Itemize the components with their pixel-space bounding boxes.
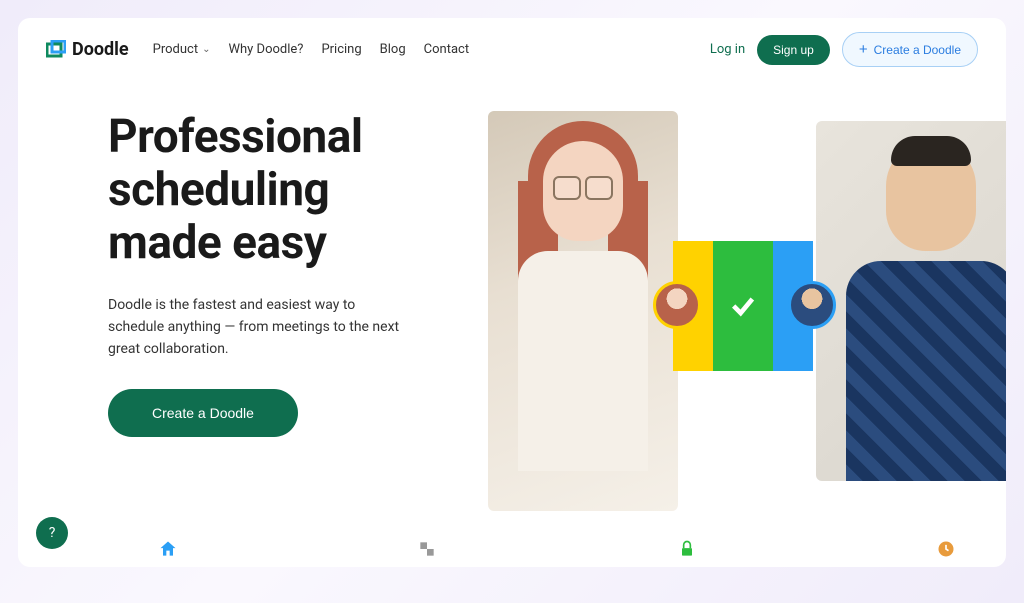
header-actions: Log in Sign up + Create a Doodle [710,32,978,67]
nav-blog[interactable]: Blog [380,42,406,57]
login-link[interactable]: Log in [710,42,745,57]
hero-section: Professional scheduling made easy Doodle… [18,81,1006,511]
blocks-icon [417,539,437,559]
doodle-logo-icon [46,40,66,60]
chevron-down-icon: ⌄ [202,44,210,55]
signup-button[interactable]: Sign up [757,35,830,65]
hero-image-man [816,121,1006,481]
features-row [158,539,956,559]
hero-cta-button[interactable]: Create a Doodle [108,389,298,437]
avatar-woman [653,281,701,329]
logo[interactable]: Doodle [46,39,129,60]
hero-image-woman [488,111,678,511]
hero-title: Professional scheduling made easy [108,111,438,270]
checkmark-icon [729,292,757,320]
create-doodle-label: Create a Doodle [874,43,961,57]
nav-contact[interactable]: Contact [424,42,469,57]
logo-text: Doodle [72,39,129,60]
green-bar [713,241,773,371]
avatar-man [788,281,836,329]
hero-subtitle: Doodle is the fastest and easiest way to… [108,294,408,361]
home-icon [158,539,178,559]
clock-icon [936,539,956,559]
nav-why-doodle[interactable]: Why Doodle? [228,42,303,57]
help-button[interactable]: ? [36,517,68,549]
plus-icon: + [859,41,868,58]
hero-images [478,111,1006,511]
hero-text: Professional scheduling made easy Doodle… [108,111,438,511]
help-icon: ? [49,525,56,541]
nav-product[interactable]: Product ⌄ [153,42,211,57]
lock-icon [677,539,697,559]
create-doodle-button[interactable]: + Create a Doodle [842,32,978,67]
nav-label: Product [153,42,198,57]
main-nav: Product ⌄ Why Doodle? Pricing Blog Conta… [153,42,469,57]
main-header: Doodle Product ⌄ Why Doodle? Pricing Blo… [18,18,1006,81]
nav-pricing[interactable]: Pricing [321,42,361,57]
